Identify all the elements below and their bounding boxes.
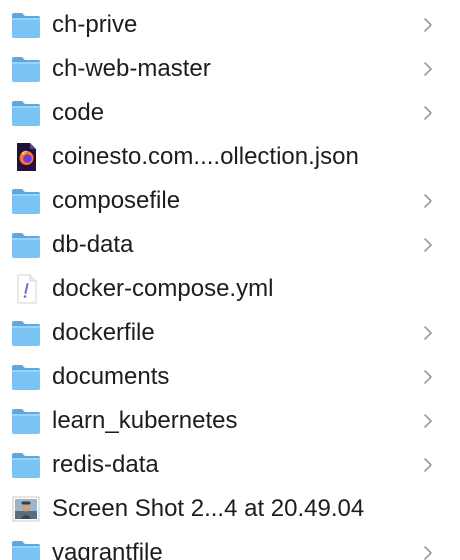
file-name: vagrantfile xyxy=(52,539,163,560)
file-row-documents[interactable]: documents xyxy=(0,355,460,399)
file-row-code[interactable]: code xyxy=(0,91,460,135)
chevron-right-icon[interactable] xyxy=(422,325,434,341)
chevron-right-icon[interactable] xyxy=(422,105,434,121)
folder-icon xyxy=(10,185,42,217)
file-row-ch-web-master[interactable]: ch-web-master xyxy=(0,47,460,91)
folder-icon xyxy=(10,361,42,393)
chevron-right-icon[interactable] xyxy=(422,237,434,253)
file-name: ch-web-master xyxy=(52,55,211,82)
folder-icon xyxy=(10,537,42,560)
file-row-redis-data[interactable]: redis-data xyxy=(0,443,460,487)
file-name: learn_kubernetes xyxy=(52,407,238,434)
file-name: db-data xyxy=(52,231,134,258)
file-row-composefile[interactable]: composefile xyxy=(0,179,460,223)
file-row-dockerfile[interactable]: dockerfile xyxy=(0,311,460,355)
chevron-right-icon[interactable] xyxy=(422,369,434,385)
folder-icon xyxy=(10,449,42,481)
folder-icon xyxy=(10,97,42,129)
chevron-right-icon[interactable] xyxy=(422,413,434,429)
file-row-db-data[interactable]: db-data xyxy=(0,223,460,267)
file-name: documents xyxy=(52,363,170,390)
file-row-screen-shot[interactable]: Screen Shot 2...4 at 20.49.04 xyxy=(0,487,460,531)
folder-icon xyxy=(10,405,42,437)
folder-icon xyxy=(10,53,42,85)
chevron-right-icon[interactable] xyxy=(422,457,434,473)
file-name: dockerfile xyxy=(52,319,155,346)
file-name: coinesto.com....ollection.json xyxy=(52,143,359,170)
folder-icon xyxy=(10,9,42,41)
file-name: Screen Shot 2...4 at 20.49.04 xyxy=(52,495,365,522)
file-row-docker-compose-yml[interactable]: docker-compose.yml xyxy=(0,267,460,311)
file-name: docker-compose.yml xyxy=(52,275,274,302)
file-name: code xyxy=(52,99,105,126)
file-name: redis-data xyxy=(52,451,159,478)
file-row-learn-kubernetes[interactable]: learn_kubernetes xyxy=(0,399,460,443)
chevron-right-icon[interactable] xyxy=(422,61,434,77)
file-name: composefile xyxy=(52,187,181,214)
file-row-collection-json[interactable]: coinesto.com....ollection.json xyxy=(0,135,460,179)
chevron-right-icon[interactable] xyxy=(422,545,434,560)
file-row-vagrantfile[interactable]: vagrantfile xyxy=(0,531,460,560)
yaml-document-icon xyxy=(10,273,42,305)
folder-icon xyxy=(10,229,42,261)
file-row-ch-prive[interactable]: ch-prive xyxy=(0,3,460,47)
chevron-right-icon[interactable] xyxy=(422,17,434,33)
chevron-right-icon[interactable] xyxy=(422,193,434,209)
firefox-document-icon xyxy=(10,141,42,173)
image-thumbnail-icon xyxy=(10,493,42,525)
file-name: ch-prive xyxy=(52,11,138,38)
folder-icon xyxy=(10,317,42,349)
file-list: ch-prive ch-web-master code coinesto.com… xyxy=(0,0,460,560)
